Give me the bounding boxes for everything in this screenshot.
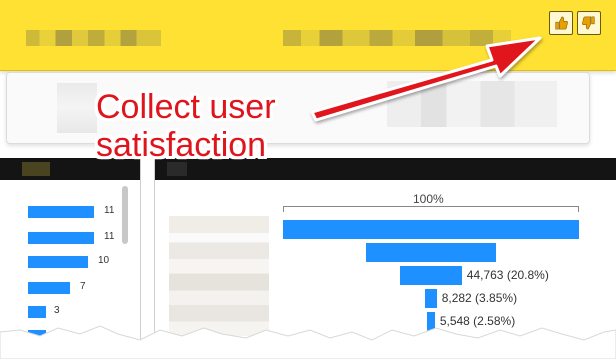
- bar-value: 7: [80, 281, 86, 292]
- thumbs-down-icon: [582, 16, 595, 30]
- blurred-title: [26, 30, 161, 46]
- bar-value: 10: [98, 255, 110, 266]
- bar[interactable]: [28, 232, 94, 244]
- bar[interactable]: [28, 282, 70, 294]
- funnel-bar[interactable]: [400, 266, 462, 285]
- bar[interactable]: [28, 206, 94, 218]
- funnel-bar-label: 44,763 (20.8%): [466, 268, 549, 282]
- bar-value: 11: [104, 231, 115, 242]
- funnel-top-percent: 100%: [413, 192, 444, 206]
- thumbs-down-button[interactable]: [577, 11, 601, 35]
- torn-edge: [0, 325, 616, 359]
- thumbs-up-button[interactable]: [549, 11, 573, 35]
- scrollbar-thumb[interactable]: [122, 186, 128, 244]
- funnel-scale-bracket: [283, 206, 579, 212]
- callout-line-1: Collect user: [96, 88, 276, 126]
- bar-value: 11: [104, 205, 115, 216]
- callout-line-2: satisfaction: [96, 126, 267, 164]
- callout-text: Collect user satisfaction: [96, 88, 326, 164]
- feedback-banner: [0, 0, 616, 71]
- thumbs-up-icon: [555, 16, 568, 30]
- funnel-bar[interactable]: [365, 243, 497, 262]
- funnel-bar[interactable]: [283, 220, 579, 239]
- bar[interactable]: [28, 256, 88, 268]
- blurred-subtitle: [283, 30, 511, 46]
